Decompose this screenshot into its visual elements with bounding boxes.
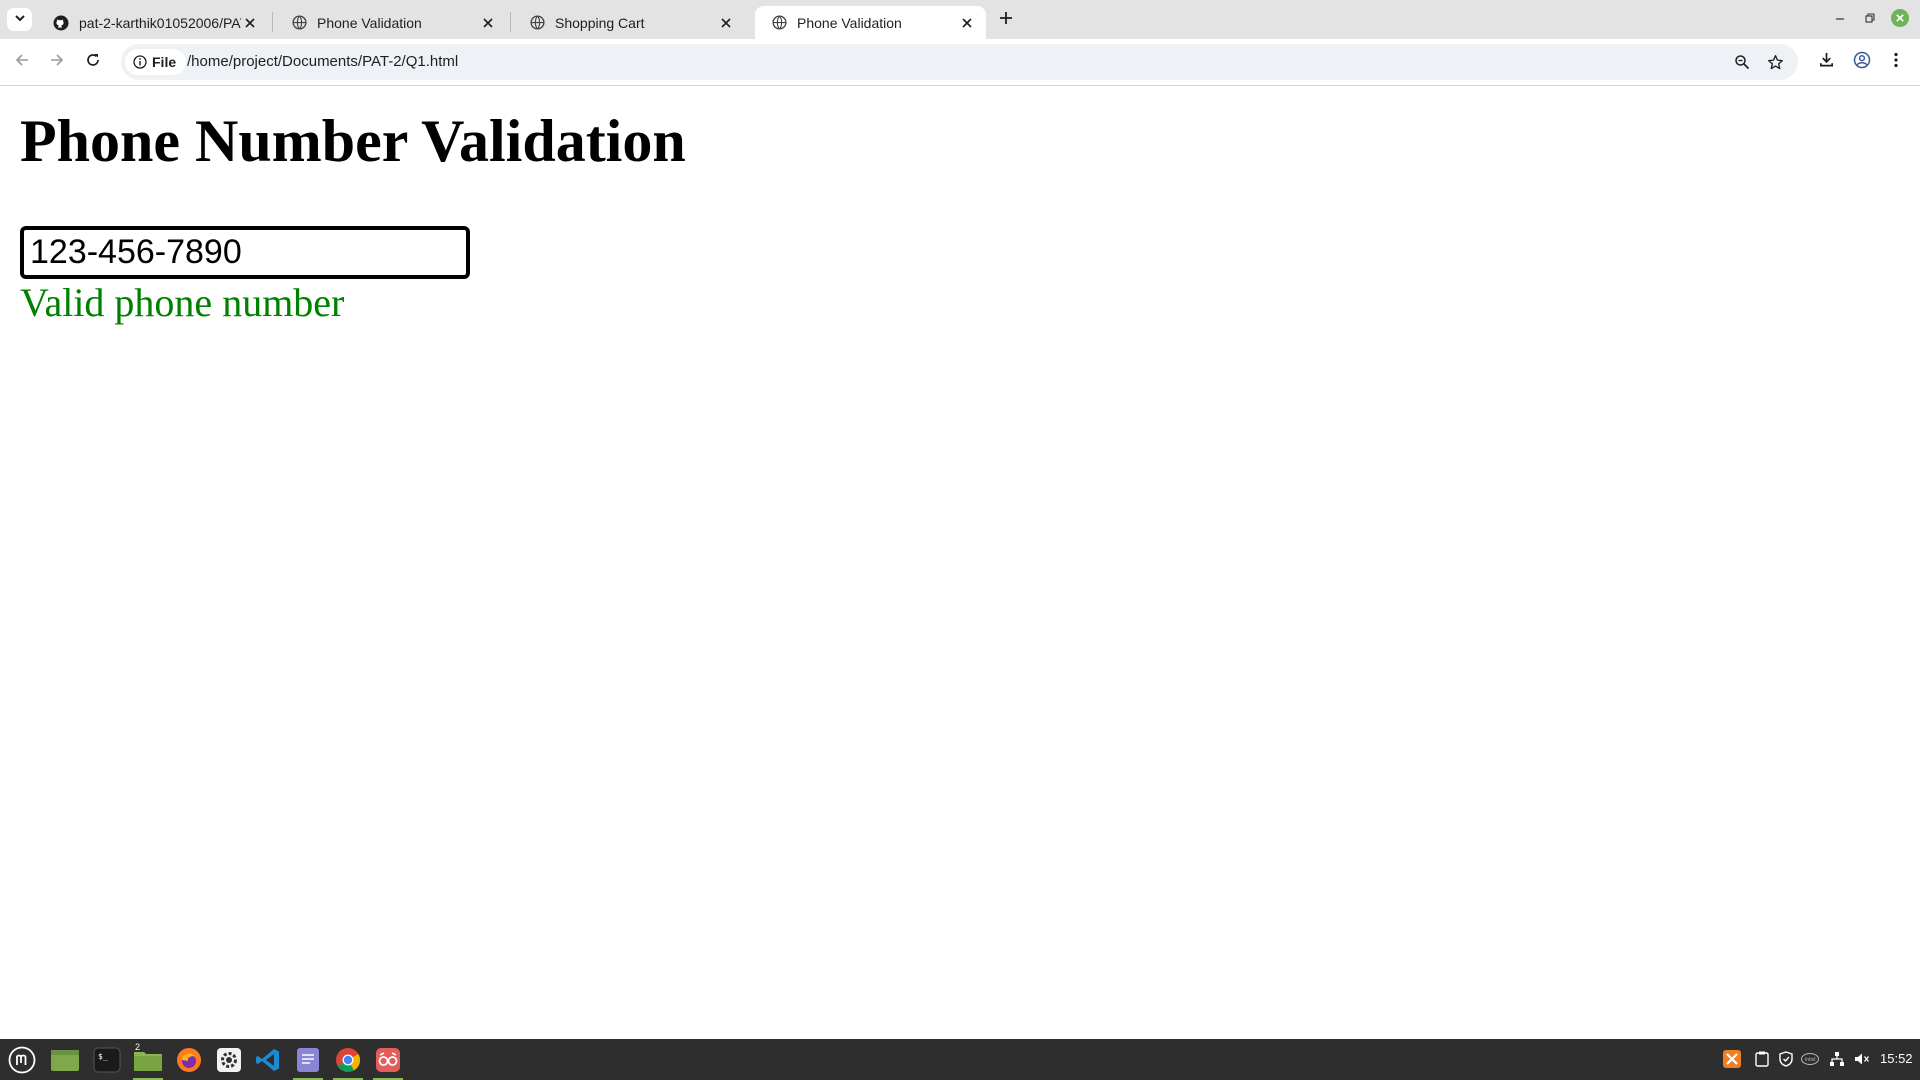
- reload-button[interactable]: [80, 49, 106, 75]
- close-tab-icon[interactable]: [241, 14, 259, 32]
- validation-message: Valid phone number: [20, 280, 345, 325]
- close-tab-icon[interactable]: [717, 14, 735, 32]
- chevron-down-icon: [14, 11, 26, 29]
- shield-tray-icon[interactable]: [1777, 1050, 1795, 1068]
- xampp-tray-icon[interactable]: [1723, 1050, 1741, 1068]
- tab-separator: [272, 12, 273, 32]
- menu-button[interactable]: [1883, 49, 1909, 75]
- page-title: Phone Number Validation: [20, 108, 686, 174]
- globe-icon: [529, 15, 545, 31]
- phone-input[interactable]: 123-456-7890: [20, 226, 470, 279]
- tab-phone-validation[interactable]: Phone Validation: [275, 6, 507, 39]
- intel-tray-icon[interactable]: intel: [1801, 1050, 1819, 1068]
- chrome-icon[interactable]: [330, 1043, 366, 1080]
- minimize-button[interactable]: [1828, 8, 1852, 32]
- bookmark-star-icon[interactable]: [1764, 51, 1786, 73]
- vscode-icon[interactable]: [250, 1043, 286, 1077]
- volume-muted-icon[interactable]: [1853, 1050, 1871, 1068]
- svg-text:intel: intel: [1805, 1057, 1816, 1063]
- tab-title: Phone Validation: [317, 14, 422, 31]
- close-window-button[interactable]: [1888, 8, 1912, 32]
- globe-icon: [291, 15, 307, 31]
- reload-icon: [85, 52, 101, 73]
- terminal-icon[interactable]: $_: [89, 1043, 125, 1077]
- svg-text:$_: $_: [98, 1052, 108, 1061]
- back-button[interactable]: [9, 49, 35, 75]
- kebab-menu-icon: [1893, 52, 1899, 73]
- tab-title: Phone Validation: [797, 14, 902, 31]
- text-editor-icon[interactable]: [290, 1043, 326, 1080]
- github-icon: [53, 15, 69, 31]
- app-icon[interactable]: [370, 1043, 406, 1080]
- tab-phone-validation-active[interactable]: Phone Validation: [755, 6, 986, 39]
- page-content: Phone Number Validation 123-456-7890 Val…: [0, 87, 1920, 1039]
- close-window-icon: [1891, 8, 1909, 32]
- globe-icon: [771, 15, 787, 31]
- new-tab-button[interactable]: [994, 8, 1018, 32]
- close-tab-icon[interactable]: [479, 14, 497, 32]
- arrow-left-icon: [14, 52, 30, 73]
- tab-strip: pat-2-karthik01052006/PAT-2 Phone Valida…: [0, 0, 1920, 39]
- clipboard-tray-icon[interactable]: [1753, 1050, 1771, 1068]
- tab-separator: [510, 12, 511, 32]
- firefox-icon[interactable]: [171, 1043, 207, 1077]
- files-window-count: 2: [135, 1042, 141, 1052]
- restore-icon: [1864, 11, 1876, 29]
- restore-button[interactable]: [1858, 8, 1882, 32]
- clock[interactable]: 15:52: [1880, 1051, 1913, 1066]
- tab-shopping-cart[interactable]: Shopping Cart: [513, 6, 745, 39]
- profile-button[interactable]: [1849, 49, 1875, 75]
- tab-title: pat-2-karthik01052006/PAT-2: [79, 14, 241, 31]
- profile-icon: [1853, 51, 1871, 74]
- taskbar: $_ 2 intel 15:52: [0, 1039, 1920, 1080]
- zoom-icon[interactable]: [1731, 51, 1753, 73]
- browser-toolbar: File /home/project/Documents/PAT-2/Q1.ht…: [0, 39, 1920, 86]
- menu-icon[interactable]: [4, 1043, 40, 1077]
- tab-search-button[interactable]: [7, 8, 32, 31]
- close-tab-icon[interactable]: [958, 14, 976, 32]
- download-button[interactable]: [1813, 49, 1839, 75]
- info-icon: [133, 55, 147, 69]
- scheme-label: File: [152, 54, 177, 70]
- site-info-chip[interactable]: File: [125, 49, 187, 75]
- plus-icon: [999, 11, 1013, 30]
- show-desktop-icon[interactable]: [47, 1043, 83, 1077]
- download-icon: [1818, 51, 1835, 73]
- settings-icon[interactable]: [211, 1043, 247, 1077]
- address-bar[interactable]: File /home/project/Documents/PAT-2/Q1.ht…: [121, 44, 1798, 80]
- network-tray-icon[interactable]: [1828, 1050, 1846, 1068]
- minimize-icon: [1834, 11, 1846, 29]
- forward-button[interactable]: [44, 49, 70, 75]
- arrow-right-icon: [49, 52, 65, 73]
- tab-github[interactable]: pat-2-karthik01052006/PAT-2: [37, 6, 269, 39]
- tab-title: Shopping Cart: [555, 14, 645, 31]
- url-text[interactable]: /home/project/Documents/PAT-2/Q1.html: [187, 53, 458, 70]
